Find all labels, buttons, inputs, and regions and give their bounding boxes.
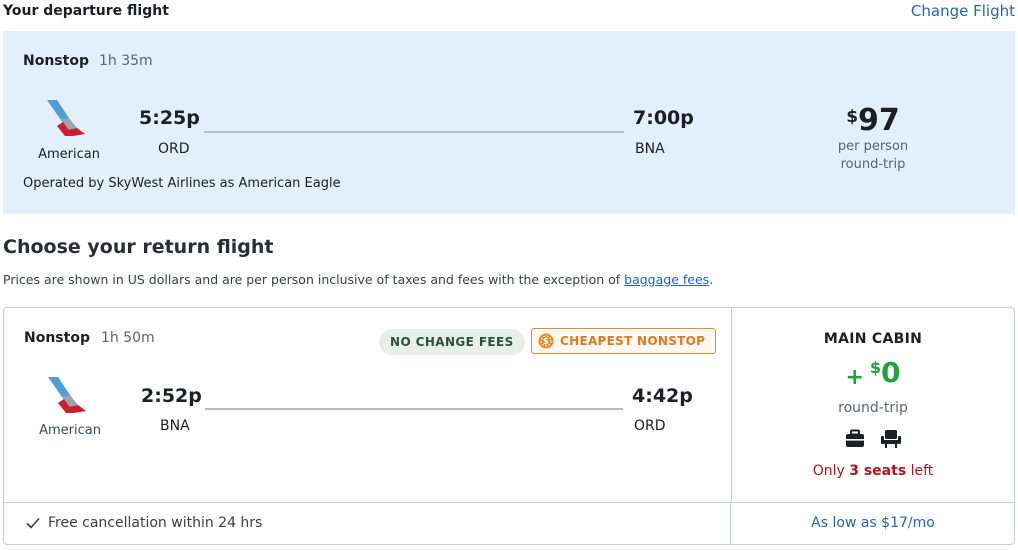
departure-airport-code: BNA [160, 418, 190, 434]
return-flight-card[interactable]: Nonstop 1h 50m NO CHANGE FEES $ CHEAPEST… [3, 307, 1015, 545]
free-cancellation: Free cancellation within 24 hrs [26, 515, 262, 531]
return-flight-details: Nonstop 1h 50m NO CHANGE FEES $ CHEAPEST… [4, 308, 732, 502]
amenity-icons [732, 429, 1014, 449]
departure-airport-code: ORD [158, 141, 190, 157]
arrival-time: 7:00p [633, 107, 694, 129]
departure-time: 2:52p [141, 385, 202, 407]
svg-text:$: $ [543, 337, 549, 347]
route-line [204, 131, 624, 133]
flight-stops: Nonstop [24, 330, 90, 346]
as-low-as-link[interactable]: As low as $17/mo [732, 515, 1014, 531]
flight-duration: 1h 50m [101, 330, 155, 346]
price-currency: $ [846, 107, 859, 127]
arrival-airport-code: BNA [635, 141, 665, 157]
return-card-footer: Free cancellation within 24 hrs As low a… [4, 502, 1014, 545]
flight-stops: Nonstop [23, 53, 89, 69]
disclaimer-end: . [709, 272, 714, 287]
cabin-round-trip: round-trip [838, 400, 908, 416]
seats-remaining: Only 3 seats left [732, 463, 1014, 479]
american-airlines-logo-icon [48, 377, 86, 413]
arrival-airport-code: ORD [634, 418, 666, 434]
route-line [205, 408, 623, 410]
departure-flight-card: Nonstop 1h 35m American 5:25p ORD 7:00p … [3, 31, 1015, 214]
return-section-title: Choose your return flight [3, 236, 274, 258]
flight-duration: 1h 35m [99, 53, 153, 69]
american-airlines-logo-icon [47, 100, 85, 136]
price-tag-badge-icon: $ [538, 333, 554, 349]
departure-time: 5:25p [139, 107, 200, 129]
airline-name: American [38, 147, 100, 162]
price-amount: 0 [881, 356, 901, 389]
cheapest-nonstop-badge: $ CHEAPEST NONSTOP [531, 328, 717, 354]
seats-count: 3 seats [849, 463, 907, 479]
disclaimer-text: Prices are shown in US dollars and are p… [3, 272, 625, 287]
departure-section-title: Your departure flight [3, 3, 169, 19]
price-disclaimer: Prices are shown in US dollars and are p… [3, 272, 713, 287]
no-change-fees-badge: NO CHANGE FEES [379, 329, 525, 355]
arrival-time: 4:42p [632, 385, 693, 407]
free-cancellation-text: Free cancellation within 24 hrs [48, 515, 263, 531]
seats-prefix: Only [812, 463, 850, 479]
baggage-fees-link[interactable]: baggage fees [624, 272, 709, 287]
price-amount: 97 [858, 103, 900, 138]
cheapest-nonstop-label: CHEAPEST NONSTOP [560, 334, 706, 348]
footer-divider [730, 503, 731, 545]
cabin-price: + $0 [732, 356, 1014, 390]
price-plus: + [845, 365, 864, 390]
seats-suffix: left [906, 463, 934, 479]
carry-on-bag-icon [846, 429, 864, 447]
price-round-trip: round-trip [840, 157, 906, 172]
change-flight-link[interactable]: Change Flight [911, 2, 1015, 20]
main-cabin-fare[interactable]: MAIN CABIN + $0 round-trip Only 3 seats l… [732, 308, 1014, 502]
price-currency: $ [869, 358, 882, 377]
price-per-person: per person [837, 139, 909, 154]
airline-name: American [39, 423, 101, 438]
checkmark-icon [26, 517, 40, 529]
seat-icon [881, 430, 901, 448]
departure-header: Your departure flight Change Flight [0, 0, 1018, 26]
departure-price: $97 [818, 103, 928, 138]
operated-by-text: Operated by SkyWest Airlines as American… [23, 176, 341, 191]
cabin-title: MAIN CABIN [823, 331, 923, 347]
